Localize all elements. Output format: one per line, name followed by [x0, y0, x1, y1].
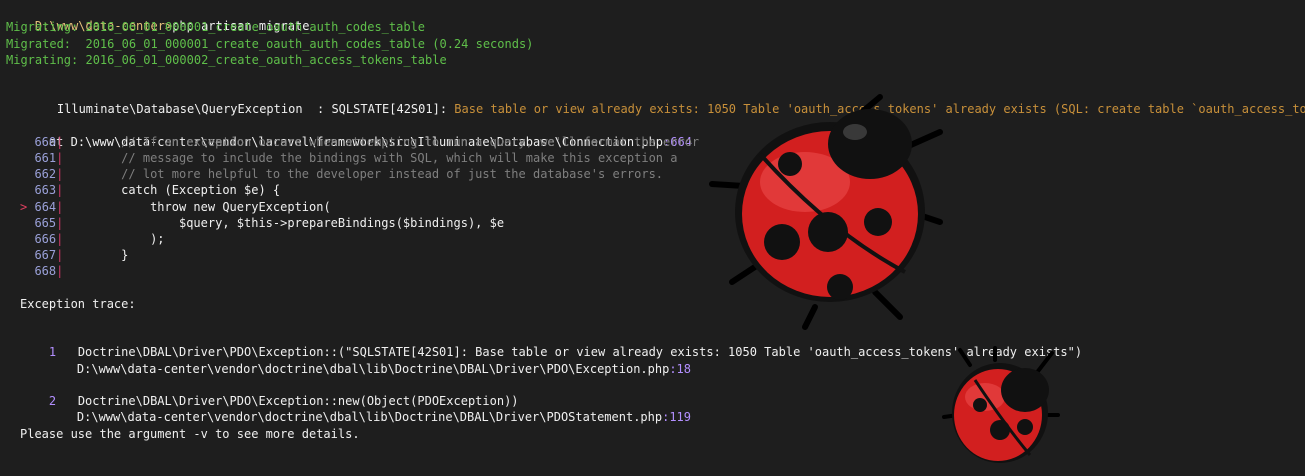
code-text: );: [63, 232, 165, 246]
code-line: 660| // If an exception occurs when atte…: [20, 134, 699, 150]
code-line-current: > 664| throw new QueryException(: [20, 199, 331, 215]
trace-line: :18: [669, 362, 692, 376]
code-text: // message to include the bindings with …: [63, 151, 678, 165]
code-text: $query, $this->prepareBindings($bindings…: [63, 216, 505, 230]
exception-state: SQLSTATE[42S01]:: [331, 102, 448, 116]
code-text: // lot more helpful to the developer ins…: [63, 167, 664, 181]
code-text: // If an exception occurs when attemptin…: [63, 135, 700, 149]
exception-location: at D:\www\data-center\vendor\laravel\fra…: [20, 118, 692, 149]
code-text: catch (Exception $e) {: [63, 183, 281, 197]
code-text: throw new QueryException(: [63, 200, 331, 214]
code-line-number: 662: [34, 167, 57, 181]
trace-file-path: D:\www\data-center\vendor\doctrine\dbal\…: [76, 362, 670, 376]
code-line-number: 664: [34, 200, 57, 214]
trace-title: Exception trace:: [20, 297, 136, 311]
code-line-number: 666: [34, 232, 57, 246]
terminal-window[interactable]: D:\www\data-center>php artisan migrate M…: [0, 0, 1305, 476]
code-line: 667| }: [20, 247, 128, 263]
trace-file: D:\www\data-center\vendor\doctrine\dbal\…: [48, 345, 691, 376]
migration-line: Migrated: 2016_06_01_000001_create_oauth…: [6, 37, 534, 51]
code-line: 661| // message to include the bindings …: [20, 150, 677, 166]
command-line[interactable]: D:\www\data-center>: [6, 459, 172, 475]
code-line: 665| $query, $this->prepareBindings($bin…: [20, 215, 504, 231]
ladybug-icon: [709, 94, 943, 330]
trace-line: :119: [662, 410, 692, 424]
help-text: Please use the argument -v to see more d…: [20, 427, 360, 441]
code-text: }: [63, 248, 129, 262]
ladybug-icon: [942, 346, 1060, 463]
code-line: 663| catch (Exception $e) {: [20, 182, 280, 198]
exception-header: Illuminate\Database\QueryException : SQL…: [28, 85, 1305, 116]
migration-line: Migrating: 2016_06_01_000001_create_oaut…: [6, 20, 426, 34]
code-line-number: 663: [34, 183, 57, 197]
code-line: 668|: [20, 263, 63, 279]
command-line: D:\www\data-center>php artisan migrate: [6, 2, 310, 33]
code-line: 666| );: [20, 231, 165, 247]
trace-entry: 2 Doctrine\DBAL\Driver\PDO\Exception::ne…: [20, 377, 519, 408]
trace-file-path: D:\www\data-center\vendor\doctrine\dbal\…: [76, 410, 663, 424]
code-line-number: 660: [34, 135, 57, 149]
code-line-number: 665: [34, 216, 57, 230]
migration-line: Migrating: 2016_06_01_000002_create_oaut…: [6, 53, 447, 67]
trace-file: D:\www\data-center\vendor\doctrine\dbal\…: [48, 393, 691, 424]
gutter-pipe: |: [56, 264, 64, 278]
exception-separator: :: [302, 102, 332, 116]
code-line-number: 667: [34, 248, 57, 262]
code-line: 662| // lot more helpful to the develope…: [20, 166, 663, 182]
code-line-number: 661: [34, 151, 57, 165]
code-line-number: 668: [34, 264, 57, 278]
current-line-marker: [20, 135, 34, 149]
exception-class: Illuminate\Database\QueryException: [56, 102, 303, 116]
